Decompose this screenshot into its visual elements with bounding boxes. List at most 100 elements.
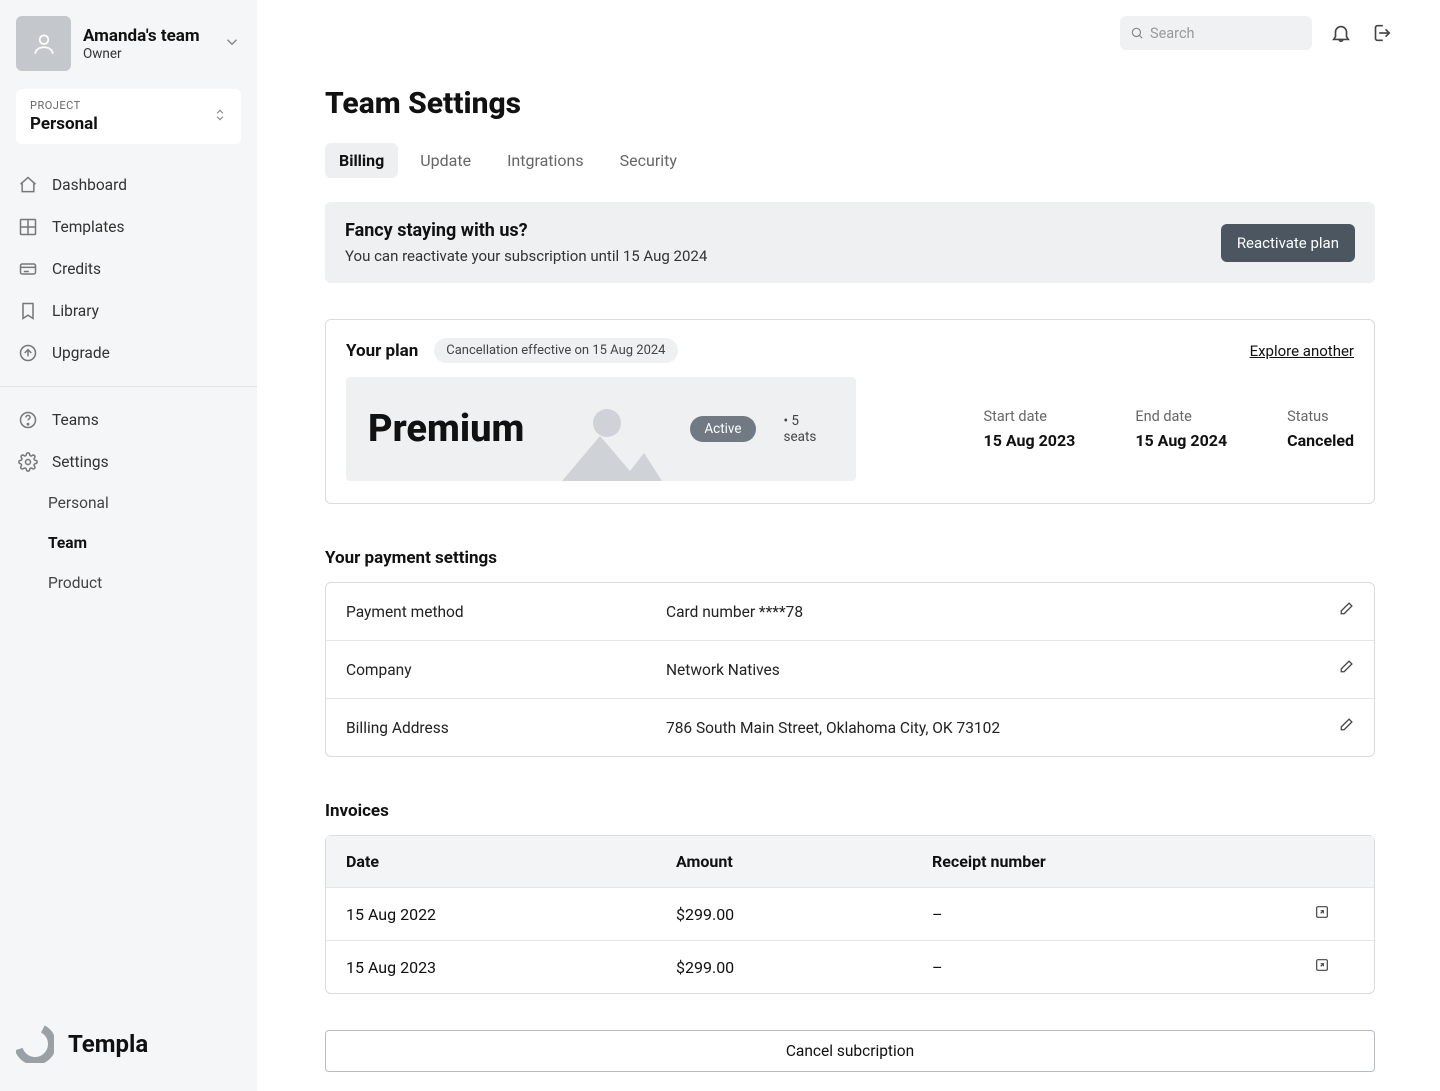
- invoice-amount: $299.00: [676, 958, 932, 977]
- edit-icon[interactable]: [1337, 659, 1354, 680]
- sidebar-item-library[interactable]: Library: [16, 292, 241, 330]
- sidebar-item-teams[interactable]: Teams: [16, 401, 241, 439]
- upgrade-icon: [18, 343, 38, 363]
- col-receipt-header: Receipt number: [932, 852, 1314, 871]
- row-value: 786 South Main Street, Oklahoma City, OK…: [666, 719, 1337, 737]
- nav-label: Library: [52, 302, 99, 320]
- end-date-col: End date 15 Aug 2024: [1135, 408, 1227, 450]
- primary-nav: Dashboard Templates Credits Library Upgr…: [16, 166, 241, 601]
- invoice-amount: $299.00: [676, 905, 932, 924]
- row-key: Billing Address: [346, 719, 666, 737]
- main: Team Settings Billing Update Intgrations…: [257, 0, 1440, 1091]
- nav-label: Dashboard: [52, 176, 127, 194]
- invoice-header-row: Date Amount Receipt number: [326, 836, 1374, 888]
- status-label: Status: [1287, 408, 1354, 425]
- team-role: Owner: [83, 46, 211, 62]
- explore-another-link[interactable]: Explore another: [1250, 342, 1354, 360]
- credits-icon: [18, 259, 38, 279]
- banner-title: Fancy staying with us?: [345, 220, 707, 241]
- tab-integrations[interactable]: Intgrations: [493, 143, 598, 178]
- status-col: Status Canceled: [1287, 408, 1354, 450]
- open-invoice-icon[interactable]: [1314, 957, 1354, 977]
- team-name: Amanda's team: [83, 26, 211, 46]
- project-label: PROJECT: [30, 99, 98, 112]
- open-invoice-icon[interactable]: [1314, 904, 1354, 924]
- select-arrows-icon: [213, 106, 227, 128]
- sidebar-item-settings[interactable]: Settings: [16, 443, 241, 481]
- brand-footer: Templa: [16, 1025, 148, 1063]
- topbar: [325, 16, 1392, 50]
- invoice-receipt: –: [932, 958, 1314, 977]
- tab-billing[interactable]: Billing: [325, 143, 398, 178]
- avatar: [16, 16, 71, 71]
- plan-card: Your plan Cancellation effective on 15 A…: [325, 319, 1375, 504]
- logo-icon: [16, 1025, 54, 1063]
- nav-label: Upgrade: [52, 344, 110, 362]
- sidebar-item-credits[interactable]: Credits: [16, 250, 241, 288]
- invoices-title: Invoices: [325, 801, 1375, 821]
- reactivate-banner: Fancy staying with us? You can reactivat…: [325, 202, 1375, 283]
- sidebar-item-dashboard[interactable]: Dashboard: [16, 166, 241, 204]
- end-date-value: 15 Aug 2024: [1135, 431, 1227, 450]
- company-row: Company Network Natives: [326, 641, 1374, 699]
- payment-method-row: Payment method Card number ****78: [326, 583, 1374, 641]
- col-amount-header: Amount: [676, 852, 932, 871]
- gear-icon: [18, 452, 38, 472]
- nav-label: Credits: [52, 260, 101, 278]
- sidebar-item-templates[interactable]: Templates: [16, 208, 241, 246]
- start-date-col: Start date 15 Aug 2023: [984, 408, 1076, 450]
- sidebar: Amanda's team Owner PROJECT Personal Das…: [0, 0, 257, 1091]
- subnav-personal[interactable]: Personal: [48, 485, 241, 521]
- tab-security[interactable]: Security: [606, 143, 691, 178]
- user-icon: [31, 31, 57, 57]
- tab-update[interactable]: Update: [406, 143, 485, 178]
- col-date-header: Date: [346, 852, 676, 871]
- settings-subnav: Personal Team Product: [48, 485, 241, 601]
- seats-label: • 5 seats: [784, 413, 834, 445]
- row-value: Card number ****78: [666, 603, 1337, 621]
- invoices-table: Date Amount Receipt number 15 Aug 2022 $…: [325, 835, 1375, 994]
- start-date-value: 15 Aug 2023: [984, 431, 1076, 450]
- payment-settings-title: Your payment settings: [325, 548, 1375, 568]
- status-badge: Active: [690, 416, 755, 442]
- project-name: Personal: [30, 114, 98, 134]
- billing-address-row: Billing Address 786 South Main Street, O…: [326, 699, 1374, 756]
- project-selector[interactable]: PROJECT Personal: [16, 89, 241, 144]
- row-key: Payment method: [346, 603, 666, 621]
- invoice-row: 15 Aug 2023 $299.00 –: [326, 941, 1374, 993]
- search-icon: [1130, 26, 1144, 40]
- edit-icon[interactable]: [1337, 717, 1354, 738]
- team-info: Amanda's team Owner: [83, 26, 211, 62]
- invoice-receipt: –: [932, 905, 1314, 924]
- logout-icon[interactable]: [1370, 22, 1392, 44]
- divider: [0, 386, 257, 387]
- home-icon: [18, 175, 38, 195]
- team-selector[interactable]: Amanda's team Owner: [16, 16, 241, 71]
- invoice-date: 15 Aug 2022: [346, 905, 676, 924]
- cancellation-chip: Cancellation effective on 15 Aug 2024: [434, 338, 677, 363]
- chevron-down-icon: [223, 33, 241, 55]
- plan-hero: Premium Active • 5 seats: [346, 377, 856, 481]
- edit-icon[interactable]: [1337, 601, 1354, 622]
- nav-label: Settings: [52, 453, 109, 471]
- invoice-row: 15 Aug 2022 $299.00 –: [326, 888, 1374, 941]
- reactivate-plan-button[interactable]: Reactivate plan: [1221, 224, 1355, 262]
- end-date-label: End date: [1135, 408, 1227, 425]
- row-value: Network Natives: [666, 661, 1337, 679]
- cancel-subscription-button[interactable]: Cancel subcription: [325, 1030, 1375, 1072]
- image-placeholder-icon: [552, 377, 662, 481]
- sidebar-item-upgrade[interactable]: Upgrade: [16, 334, 241, 372]
- notifications-icon[interactable]: [1330, 22, 1352, 44]
- bookmark-icon: [18, 301, 38, 321]
- subnav-team[interactable]: Team: [48, 525, 241, 561]
- subnav-product[interactable]: Product: [48, 565, 241, 601]
- plan-label: Your plan: [346, 341, 418, 361]
- status-value: Canceled: [1287, 431, 1354, 450]
- banner-subtitle: You can reactivate your subscription unt…: [345, 247, 707, 265]
- grid-icon: [18, 217, 38, 237]
- plan-name: Premium: [368, 407, 524, 451]
- search-input[interactable]: [1120, 16, 1312, 50]
- start-date-label: Start date: [984, 408, 1076, 425]
- tabs: Billing Update Intgrations Security: [325, 143, 1375, 178]
- help-icon: [18, 410, 38, 430]
